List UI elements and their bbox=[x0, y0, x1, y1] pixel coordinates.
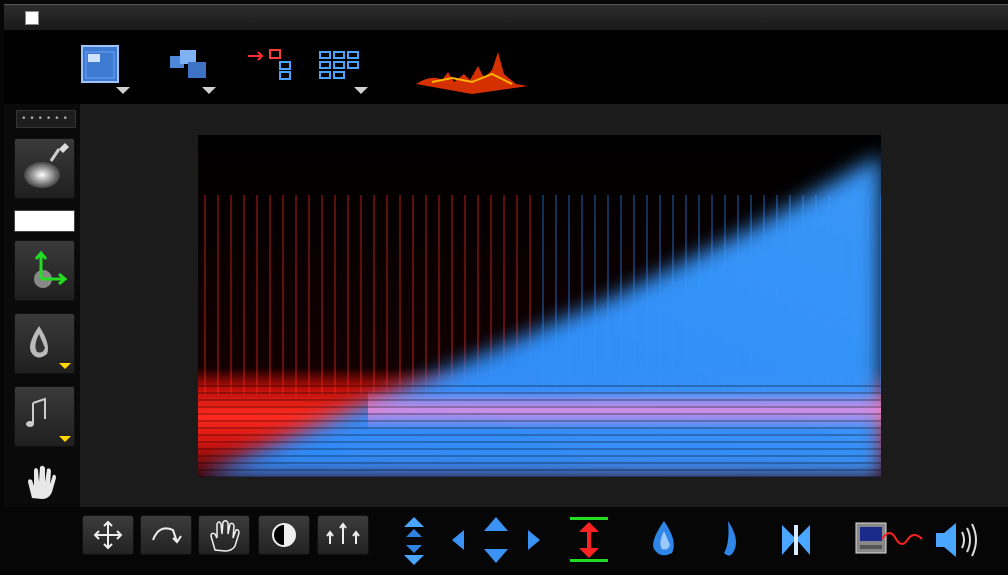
drop-icon bbox=[653, 521, 674, 556]
vertical-zoom-icon bbox=[404, 517, 424, 565]
bottom-toolbar bbox=[4, 507, 1008, 575]
ink-drop-tool-button[interactable] bbox=[14, 313, 75, 374]
spectral-streak bbox=[295, 195, 297, 395]
flame-icon bbox=[724, 521, 736, 556]
spectral-streak bbox=[269, 195, 271, 395]
expand-button[interactable] bbox=[317, 515, 369, 555]
harmonic-line bbox=[198, 399, 881, 401]
spectral-streak bbox=[243, 195, 245, 395]
color-swatch[interactable] bbox=[14, 210, 75, 232]
dropdown-arrow-icon bbox=[202, 87, 216, 94]
spectrogram-panel bbox=[80, 104, 1008, 507]
pan-arrows-icon bbox=[452, 517, 540, 563]
spectral-streak bbox=[451, 195, 453, 395]
rotate-button[interactable] bbox=[140, 515, 192, 555]
spectral-streak bbox=[230, 195, 232, 395]
harmonic-line bbox=[198, 427, 881, 429]
contrast-icon bbox=[272, 523, 296, 547]
spectral-streak bbox=[399, 195, 401, 395]
axes-tool-button[interactable] bbox=[14, 240, 75, 301]
dropdown-arrow-icon bbox=[116, 87, 130, 94]
spectrogram-view[interactable] bbox=[198, 135, 881, 477]
close-box[interactable] bbox=[25, 11, 39, 25]
monitor-waveform-button[interactable] bbox=[852, 517, 924, 563]
harmonic-line bbox=[198, 385, 881, 387]
spectral-streak bbox=[334, 195, 336, 395]
monitor-waveform-icon bbox=[855, 522, 923, 554]
spectral-streak bbox=[217, 195, 219, 395]
expand-icon bbox=[326, 522, 360, 544]
hand-icon bbox=[28, 465, 56, 499]
harmonic-line bbox=[198, 406, 881, 408]
spectrogram-image bbox=[198, 135, 881, 477]
spectral-streak bbox=[256, 195, 258, 395]
harmonic-line bbox=[198, 476, 881, 477]
palette-handle[interactable]: •••••• bbox=[16, 110, 76, 128]
harmonic-line bbox=[198, 469, 881, 471]
move-icon bbox=[93, 520, 123, 550]
height-adjust-button[interactable] bbox=[566, 513, 612, 567]
contrast-button[interactable] bbox=[258, 515, 310, 555]
spectral-streak bbox=[425, 195, 427, 395]
link-instrument-icon bbox=[248, 49, 291, 80]
axes-icon bbox=[34, 250, 68, 288]
drop-button[interactable] bbox=[644, 517, 684, 563]
main-window: •••••• bbox=[0, 0, 1008, 575]
link-instrument-button[interactable] bbox=[244, 44, 298, 96]
spectral-streak bbox=[438, 195, 440, 395]
spectral-streak bbox=[204, 195, 206, 395]
window-layout-button[interactable] bbox=[164, 44, 218, 96]
dropdown-arrow-icon bbox=[59, 363, 71, 369]
bowtie-button[interactable] bbox=[776, 517, 816, 563]
waveform-thumbnail[interactable] bbox=[412, 44, 532, 96]
view-options-button[interactable] bbox=[78, 44, 132, 96]
flame-button[interactable] bbox=[710, 517, 746, 563]
left-tool-palette: •••••• bbox=[4, 104, 80, 575]
harmonic-line bbox=[198, 441, 881, 443]
speaker-button[interactable] bbox=[932, 517, 980, 563]
music-note-tool-button[interactable] bbox=[14, 386, 75, 447]
grab-hand-icon bbox=[210, 519, 240, 552]
grab-hand-button[interactable] bbox=[198, 515, 250, 555]
brush-icon bbox=[24, 143, 69, 188]
hand-tool-button[interactable] bbox=[18, 462, 70, 502]
bowtie-icon bbox=[782, 525, 810, 555]
spectral-streak bbox=[386, 195, 388, 395]
top-toolbar bbox=[4, 30, 1008, 104]
dropdown-arrow-icon bbox=[354, 87, 368, 94]
harmonic-line bbox=[198, 434, 881, 436]
pan-arrows-button[interactable] bbox=[448, 513, 544, 567]
rotate-icon bbox=[152, 527, 182, 544]
waveform-thumbnail-icon bbox=[416, 52, 528, 94]
spectral-streak bbox=[412, 195, 414, 395]
spectral-streak bbox=[360, 195, 362, 395]
harmonic-line bbox=[198, 420, 881, 422]
harmonic-line bbox=[198, 448, 881, 450]
title-bar[interactable] bbox=[4, 4, 1008, 30]
spectral-streak bbox=[373, 195, 375, 395]
brush-tool-button[interactable] bbox=[14, 138, 75, 199]
vertical-zoom-button[interactable] bbox=[400, 515, 428, 567]
harmonic-line bbox=[198, 392, 881, 394]
grid-view-button[interactable] bbox=[316, 44, 370, 96]
harmonic-line bbox=[198, 413, 881, 415]
spectral-streak bbox=[308, 195, 310, 395]
height-adjust-icon bbox=[570, 517, 608, 562]
harmonic-line bbox=[198, 462, 881, 464]
harmonic-line bbox=[198, 455, 881, 457]
spectral-streak bbox=[282, 195, 284, 395]
spectral-streak bbox=[347, 195, 349, 395]
move-button[interactable] bbox=[82, 515, 134, 555]
spectral-streak bbox=[321, 195, 323, 395]
dropdown-arrow-icon bbox=[59, 436, 71, 442]
speaker-icon bbox=[936, 523, 977, 557]
